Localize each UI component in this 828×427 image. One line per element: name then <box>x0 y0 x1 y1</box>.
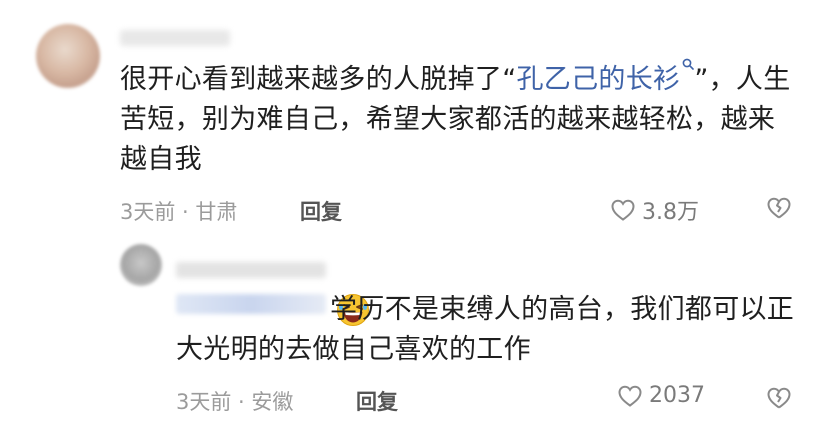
heart-outline-icon <box>611 199 635 221</box>
comment-avatar[interactable] <box>36 24 100 88</box>
broken-heart-icon[interactable] <box>766 386 792 410</box>
comment-text-before: 很开心看到越来越多的人脱掉了“ <box>120 64 517 95</box>
reply-like-button[interactable]: 2037 <box>617 383 705 408</box>
reply-text: 学历不是束缚人的高台，我们都可以正大光明的去做自己喜欢的工作 <box>176 294 795 365</box>
comment-text: 很开心看到越来越多的人脱掉了“孔乙己的长衫 ”，人生苦短，别为难自己，希望大家都活… <box>120 58 800 180</box>
search-icon <box>682 58 695 70</box>
reply-avatar[interactable] <box>120 244 162 286</box>
reply-like-count: 2037 <box>649 383 705 408</box>
comment-username-blurred[interactable] <box>120 30 230 46</box>
comment-time-location: 3天前 · 甘肃 <box>120 200 238 224</box>
comment-like-button[interactable]: 3.8万 <box>610 194 699 226</box>
comment-reply-button[interactable]: 回复 <box>300 196 342 226</box>
reply-username-blurred[interactable] <box>176 262 326 278</box>
broken-heart-icon[interactable] <box>766 196 792 220</box>
reply-time-location: 3天前 · 安徽 <box>176 390 294 414</box>
reply-reply-button[interactable]: 回复 <box>356 386 398 416</box>
comment-search-link[interactable]: 孔乙己的长衫 <box>517 58 695 95</box>
heart-outline-icon <box>618 385 642 407</box>
comment-like-count: 3.8万 <box>642 200 699 225</box>
